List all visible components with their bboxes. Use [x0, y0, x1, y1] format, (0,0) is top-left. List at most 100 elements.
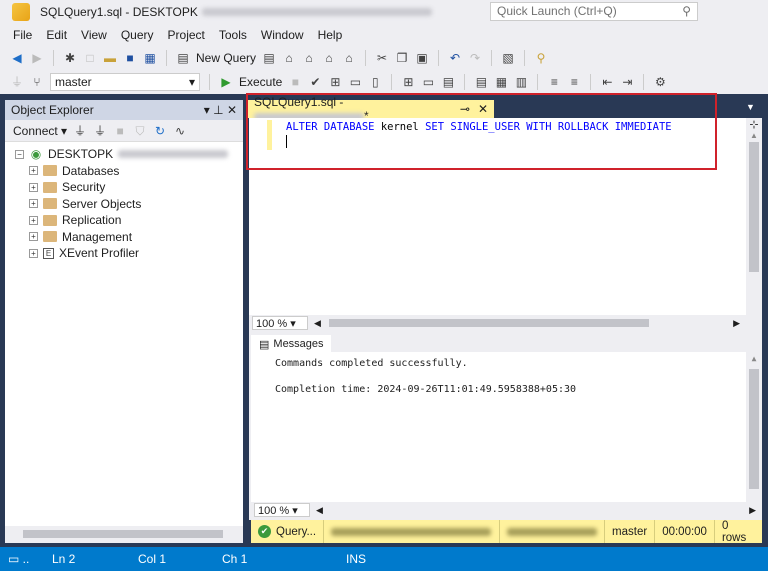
menu-query[interactable]: Query	[121, 28, 154, 42]
results-file-icon[interactable]: ▥	[514, 75, 528, 89]
menu-file[interactable]: File	[13, 28, 32, 42]
zoom-value: 100 %	[258, 505, 290, 517]
paste-icon[interactable]: ▣	[415, 51, 429, 65]
connect-label: Connect	[13, 123, 58, 138]
database-select[interactable]: master ▾	[50, 73, 200, 91]
parse-icon[interactable]: ✔	[308, 75, 322, 89]
activity-monitor-icon[interactable]: ▧	[501, 51, 515, 65]
messages-zoom-select[interactable]: 100 % ▾	[254, 503, 310, 517]
stop-icon[interactable]: ■	[288, 75, 302, 89]
execute-button[interactable]: Execute	[239, 75, 282, 89]
live-stats-icon[interactable]: ▭	[421, 75, 435, 89]
comment-icon[interactable]: ≡	[547, 75, 561, 89]
query-options-icon[interactable]: ▭	[348, 75, 362, 89]
messages-zoom-bar: 100 % ▾ ◀ ▶	[251, 502, 762, 518]
tree-item-databases[interactable]: + Databases	[29, 163, 243, 180]
dmx-query-icon[interactable]: ⌂	[302, 51, 316, 65]
results-to-icon[interactable]: ▯	[368, 75, 382, 89]
decrease-indent-icon[interactable]: ⇤	[600, 75, 614, 89]
editor-vscrollbar[interactable]: ⊹ ▲	[746, 118, 762, 315]
object-explorer-header: Object Explorer ▾ ⊥ ✕	[5, 100, 243, 120]
query-state: Query...	[276, 525, 317, 538]
scroll-left-icon[interactable]: ◀	[314, 318, 321, 329]
database-value: master	[55, 75, 92, 89]
results-grid-icon[interactable]: ▦	[494, 75, 508, 89]
back-icon[interactable]: ◀	[10, 51, 24, 65]
open-file-icon[interactable]: ▬	[103, 51, 117, 65]
tree-item-replication[interactable]: + Replication	[29, 212, 243, 229]
connect-icon[interactable]: ⏚	[10, 75, 24, 89]
estimated-plan-icon[interactable]: ⊞	[328, 75, 342, 89]
scroll-right-icon[interactable]: ▶	[733, 318, 740, 329]
new-query-button[interactable]: New Query	[196, 51, 256, 65]
filter-icon[interactable]: ⛉	[133, 124, 147, 138]
messages-vscrollbar[interactable]: ▲	[746, 352, 762, 502]
forward-icon[interactable]: ▶	[30, 51, 44, 65]
save-all-icon[interactable]: ▦	[143, 51, 157, 65]
change-connection-icon[interactable]: ⑂	[30, 75, 44, 89]
editor-zoom-select[interactable]: 100 % ▾	[252, 316, 308, 330]
folder-icon	[43, 231, 57, 243]
status-line: Ln 2	[52, 552, 76, 566]
mdx-query-icon[interactable]: ⌂	[282, 51, 296, 65]
tree-label: Security	[62, 180, 106, 195]
tree-label: Server Objects	[62, 196, 142, 211]
tree-item-xevent-profiler[interactable]: + E XEvent Profiler	[29, 245, 243, 262]
scroll-left-icon[interactable]: ◀	[316, 505, 323, 516]
new-project-icon[interactable]: ✱	[63, 51, 77, 65]
redo-icon[interactable]: ↷	[468, 51, 482, 65]
menu-view[interactable]: View	[81, 28, 107, 42]
cut-icon[interactable]: ✂	[375, 51, 389, 65]
tree-label: Databases	[62, 163, 120, 178]
folder-icon	[43, 181, 57, 193]
status-database: master	[605, 520, 656, 543]
search-icon: ⚲	[682, 4, 691, 18]
tab-label: Messages	[273, 338, 324, 350]
tree-item-security[interactable]: + Security	[29, 179, 243, 196]
tab-list-dropdown-icon[interactable]: ▼	[746, 102, 755, 112]
editor-hscroll-thumb[interactable]	[328, 319, 649, 327]
increase-indent-icon[interactable]: ⇥	[620, 75, 634, 89]
pin-icon[interactable]: ▾ ⊥ ✕	[204, 103, 237, 117]
messages-pane: Commands completed successfully. Complet…	[251, 352, 762, 502]
xmla-query-icon[interactable]: ⌂	[322, 51, 336, 65]
menu-help[interactable]: Help	[318, 28, 343, 42]
panel-title: Object Explorer	[11, 103, 94, 117]
client-stats-icon[interactable]: ▤	[441, 75, 455, 89]
results-text-icon[interactable]: ▤	[474, 75, 488, 89]
find-icon[interactable]: ⚲	[534, 51, 548, 65]
editor-zoom-bar: 100 % ▾ ◀ ▶	[249, 315, 762, 331]
specify-values-icon[interactable]: ⚙	[653, 75, 667, 89]
menu-tools[interactable]: Tools	[219, 28, 247, 42]
query-icon[interactable]: ▤	[262, 51, 276, 65]
copy-icon[interactable]: ❐	[395, 51, 409, 65]
menu-window[interactable]: Window	[261, 28, 304, 42]
refresh-icon[interactable]: ↻	[153, 124, 167, 138]
quick-launch-input[interactable]: Quick Launch (Ctrl+Q) ⚲	[490, 2, 698, 21]
menu-project[interactable]: Project	[168, 28, 205, 42]
scroll-right-icon[interactable]: ▶	[749, 505, 756, 516]
activity-icon[interactable]: ∿	[173, 124, 187, 138]
connect-icon[interactable]: ⏚	[73, 124, 87, 138]
quick-launch-placeholder: Quick Launch (Ctrl+Q)	[497, 4, 617, 18]
menu-edit[interactable]: Edit	[46, 28, 67, 42]
execute-icon: ▶	[221, 75, 231, 89]
uncomment-icon[interactable]: ≡	[567, 75, 581, 89]
save-icon[interactable]: ■	[123, 51, 137, 65]
connect-button[interactable]: Connect ▾	[13, 124, 67, 138]
server-node[interactable]: − ◉ DESKTOPK	[15, 146, 243, 163]
actual-plan-icon[interactable]: ⊞	[401, 75, 415, 89]
tab-messages[interactable]: ▤ Messages	[251, 335, 331, 353]
object-explorer-hscrollbar[interactable]	[5, 526, 243, 543]
tree-item-server-objects[interactable]: + Server Objects	[29, 196, 243, 213]
dax-query-icon[interactable]: ⌂	[342, 51, 356, 65]
disconnect-icon[interactable]: ⏚	[93, 124, 107, 138]
add-item-icon[interactable]: □	[83, 51, 97, 65]
folder-icon	[43, 165, 57, 177]
query-status-bar: ✔ Query... master 00:00:00 0 rows	[251, 520, 762, 544]
stop-icon[interactable]: ■	[113, 124, 127, 138]
server-icon: ◉	[30, 147, 42, 162]
tree-item-management[interactable]: + Management	[29, 229, 243, 246]
ssms-logo-icon	[12, 3, 30, 21]
undo-icon[interactable]: ↶	[448, 51, 462, 65]
